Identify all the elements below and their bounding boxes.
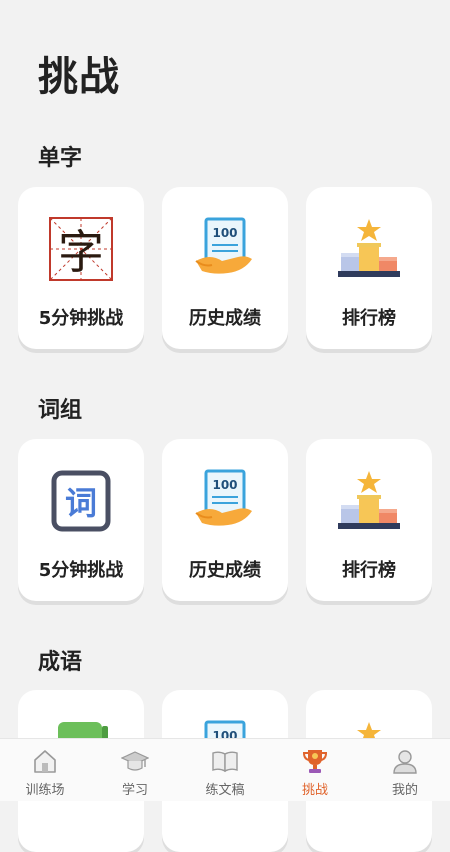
section-title-phrase: 词组	[38, 398, 83, 423]
page-title: 挑战	[38, 54, 120, 100]
bottom-tab-bar: 训练场 学习 练文稿 挑战 我的	[0, 738, 450, 801]
podium-icon	[338, 471, 400, 529]
character-grid-icon: 字	[49, 217, 113, 281]
score-report-icon: 100	[195, 469, 252, 526]
tab-label: 我的	[391, 783, 418, 798]
tab-study[interactable]: 学习	[90, 739, 180, 801]
tab-practice-draft[interactable]: 练文稿	[180, 739, 270, 801]
podium-icon	[338, 219, 400, 277]
svg-text:100: 100	[212, 226, 237, 240]
tab-label: 学习	[121, 783, 148, 798]
tab-challenge[interactable]: 挑战	[270, 739, 360, 801]
trophy-icon	[302, 750, 328, 773]
word-tile-icon: 词	[51, 470, 111, 532]
section-title-single-char: 单字	[38, 146, 83, 171]
card-label: 排行榜	[342, 308, 396, 329]
house-icon	[34, 750, 56, 773]
card-label: 5分钟挑战	[38, 308, 124, 329]
card-label: 历史成绩	[189, 560, 261, 581]
svg-text:词: 词	[65, 484, 97, 522]
open-book-icon	[212, 751, 238, 773]
single-char-5min-challenge-card[interactable]: 字 5分钟挑战	[18, 187, 144, 349]
tab-label: 练文稿	[205, 783, 245, 798]
user-icon	[393, 750, 417, 774]
phrase-5min-challenge-card[interactable]: 词 5分钟挑战	[18, 439, 144, 601]
single-char-leaderboard-card[interactable]: 排行榜	[306, 187, 432, 349]
phrase-history-card[interactable]: 100 历史成绩	[162, 439, 288, 601]
svg-text:字: 字	[58, 225, 104, 279]
graduation-cap-icon	[121, 751, 149, 771]
phrase-leaderboard-card[interactable]: 排行榜	[306, 439, 432, 601]
single-char-history-card[interactable]: 100 历史成绩	[162, 187, 288, 349]
svg-text:100: 100	[212, 478, 237, 492]
score-report-icon: 100	[195, 217, 252, 274]
tab-label: 挑战	[301, 783, 328, 798]
tab-training[interactable]: 训练场	[0, 739, 90, 801]
card-label: 历史成绩	[189, 308, 261, 329]
tab-label: 训练场	[25, 783, 65, 798]
section-title-idiom: 成语	[38, 650, 83, 675]
card-label: 排行榜	[342, 560, 396, 581]
tab-profile[interactable]: 我的	[360, 739, 450, 801]
card-label: 5分钟挑战	[38, 560, 124, 581]
